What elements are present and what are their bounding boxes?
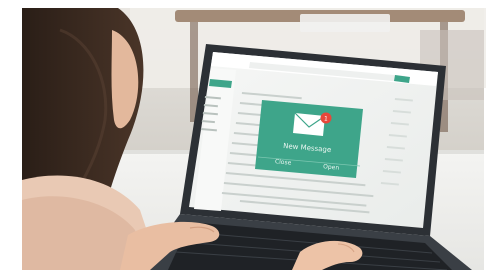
open-action: Open — [323, 163, 340, 171]
photo-scene: 1 New Message Close Open — [0, 0, 486, 270]
unread-badge-count: 1 — [324, 115, 329, 122]
photo-illustration: 1 New Message Close Open — [0, 0, 486, 270]
close-action: Close — [275, 158, 292, 166]
new-message-notification: 1 New Message Close Open — [255, 100, 363, 178]
envelope-icon — [293, 112, 326, 136]
